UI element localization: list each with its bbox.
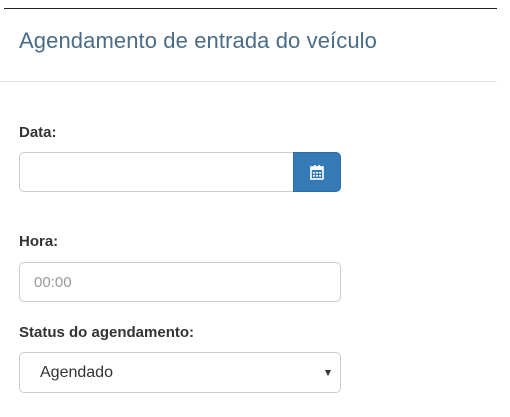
page-title: Agendamento de entrada do veículo <box>19 28 378 53</box>
date-input[interactable] <box>19 152 293 192</box>
calendar-icon <box>310 164 324 180</box>
status-label: Status do agendamento: <box>19 324 195 341</box>
panel-header: Agendamento de entrada do veículo <box>0 9 497 82</box>
time-label: Hora: <box>19 233 59 250</box>
date-label: Data: <box>19 124 57 141</box>
status-selected-value: Agendado <box>40 364 113 381</box>
calendar-button[interactable] <box>293 152 341 192</box>
caret-down-icon <box>325 370 331 376</box>
time-input[interactable] <box>19 262 341 302</box>
date-input-group <box>19 152 341 192</box>
status-select[interactable]: Agendado <box>19 352 341 393</box>
